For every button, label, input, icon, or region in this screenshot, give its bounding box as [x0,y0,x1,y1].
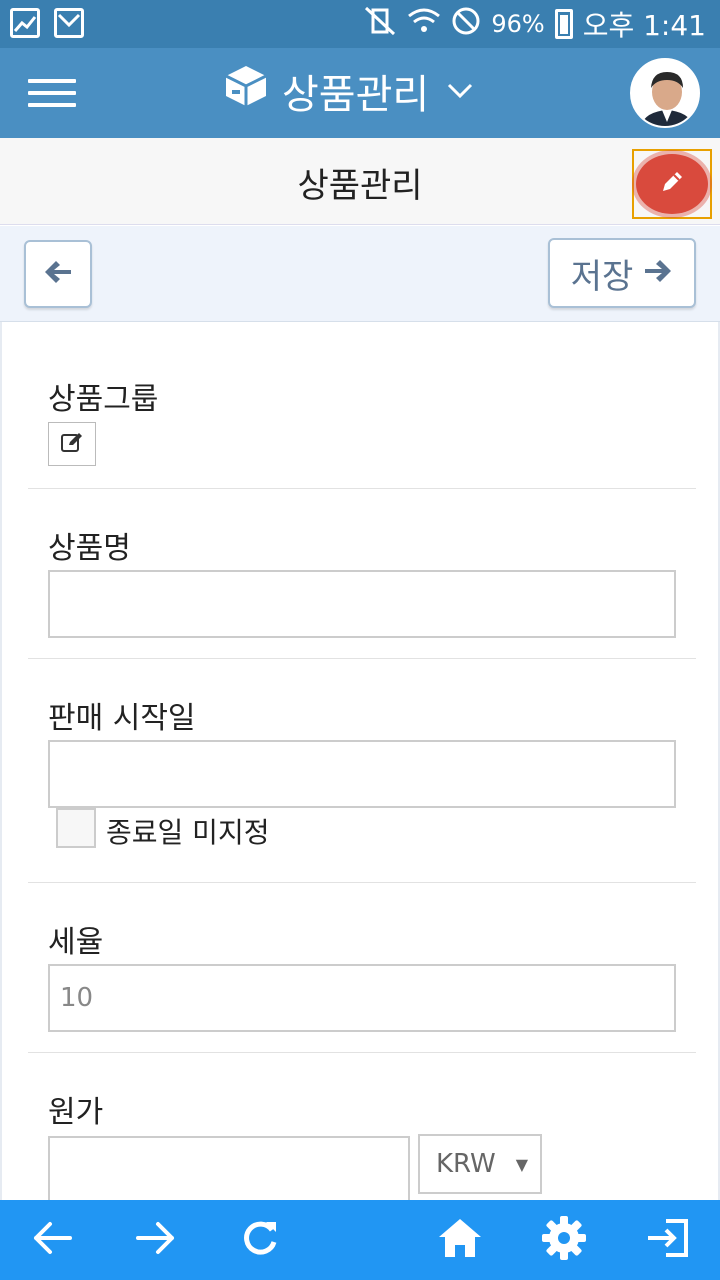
bottom-nav-bar [0,1200,720,1280]
action-bar: 저장 [0,226,720,322]
currency-select[interactable]: KRW ▼ [418,1134,542,1194]
sale-start-section: 판매 시작일 종료일 미지정 [28,659,696,883]
cost-label: 원가 [48,1095,104,1130]
package-box-icon [222,62,270,120]
arrow-right-icon [643,253,673,293]
app-bar: 상품관리 [0,48,720,138]
nav-home-button[interactable] [436,1216,484,1264]
nav-settings-button[interactable] [540,1216,588,1264]
page-title: 상품관리 [297,166,423,206]
product-form: 상품그룹 상품명 판매 시작일 종료일 미지정 세율 10 원가 KRW ▼ [0,322,720,1204]
product-name-input[interactable] [48,570,676,638]
user-avatar[interactable] [630,58,700,128]
cost-section: 원가 KRW ▼ [28,1053,696,1213]
page-title-bar: 상품관리 [0,138,720,225]
edit-button[interactable] [636,154,708,214]
tax-rate-label: 세율 [48,925,104,960]
status-bar: 96% 오후 1:41 [0,0,720,48]
product-name-label: 상품명 [48,531,131,566]
arrow-left-icon [43,259,73,289]
nav-logout-button[interactable] [644,1216,692,1264]
vibrate-mute-icon [363,6,397,43]
edit-note-icon [60,431,84,457]
save-button[interactable]: 저장 [548,238,696,308]
pencil-icon [659,169,685,199]
edit-button-highlight [632,149,712,219]
chevron-down-icon [447,76,473,106]
nav-refresh-button[interactable] [236,1216,284,1264]
app-title: 상품관리 [282,72,430,118]
sale-start-label: 판매 시작일 [48,701,196,736]
sale-start-date-input[interactable] [48,740,676,808]
caret-down-icon: ▼ [515,1154,528,1174]
cost-input[interactable] [48,1136,410,1204]
battery-percent: 96% [491,10,545,38]
gear-icon [541,1215,587,1265]
app-title-dropdown[interactable]: 상품관리 [222,62,473,120]
back-button[interactable] [24,240,92,308]
currency-value: KRW [436,1149,496,1179]
mail-notification-icon [54,8,84,38]
arrow-right-icon [136,1220,176,1260]
no-end-date-checkbox[interactable] [56,808,96,848]
refresh-icon [240,1218,280,1262]
logout-icon [646,1217,690,1263]
do-not-disturb-icon [451,6,481,43]
tax-rate-input[interactable]: 10 [48,964,676,1032]
product-group-label: 상품그룹 [48,382,159,417]
wifi-icon [407,6,441,43]
save-label: 저장 [570,256,634,297]
product-group-section: 상품그룹 [28,322,696,489]
arrow-left-icon [32,1220,72,1260]
nav-forward-button[interactable] [132,1216,180,1264]
battery-icon [554,9,573,39]
nav-back-button[interactable] [28,1216,76,1264]
product-name-section: 상품명 [28,489,696,659]
product-group-edit-button[interactable] [48,422,96,466]
clock: 오후 1:41 [582,9,706,42]
no-end-date-label: 종료일 미지정 [106,816,270,849]
menu-icon[interactable] [28,79,76,107]
home-icon [437,1217,483,1263]
gallery-notification-icon [10,8,40,38]
tax-rate-section: 세율 10 [28,883,696,1053]
